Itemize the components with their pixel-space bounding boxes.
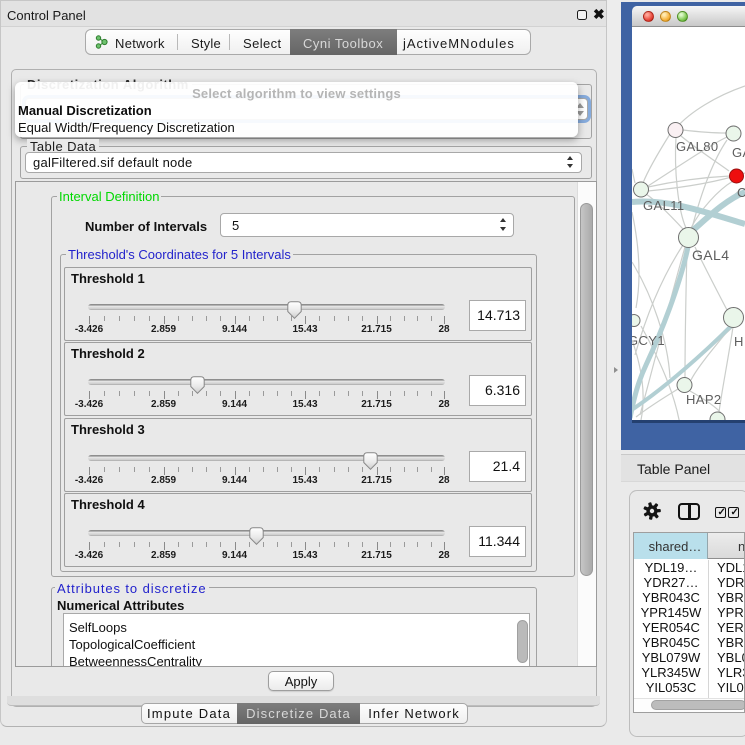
svg-text:HAP2: HAP2	[686, 392, 722, 407]
svg-text:H: H	[734, 334, 744, 349]
svg-text:GAL80: GAL80	[676, 139, 718, 154]
svg-text:GA: GA	[732, 145, 745, 160]
svg-text:GAL11: GAL11	[643, 198, 685, 213]
svg-text:GAL4: GAL4	[692, 247, 729, 263]
svg-text:GCY1: GCY1	[632, 333, 665, 348]
svg-text:C: C	[737, 185, 745, 200]
